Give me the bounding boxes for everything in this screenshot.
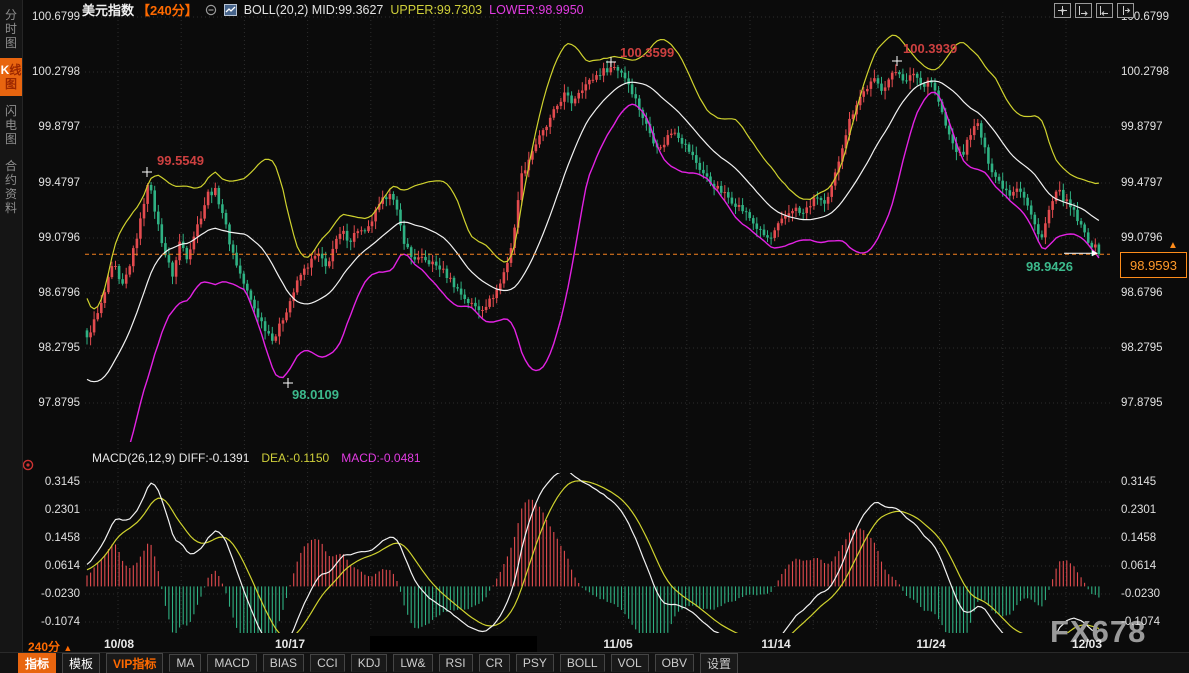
- indicator-toolbar: 指标模板 VIP指标 MA MACD BIAS CCI KDJ LW&RSI CR PSY BOLL…: [0, 652, 1189, 673]
- price-axis-label-left: 99.4797: [24, 177, 80, 189]
- minus-circle-icon[interactable]: [205, 4, 217, 16]
- boll-upper-readout: UPPER:99.7303: [390, 3, 482, 17]
- price-annotation: 100.3939: [903, 41, 957, 56]
- price-axis-label-right: 99.4797: [1121, 177, 1163, 189]
- macd-dea-readout: DEA:-0.1150: [261, 451, 329, 465]
- macd-axis-label-right: -0.1074: [1121, 616, 1160, 628]
- price-axis-label-left: 99.8797: [24, 121, 80, 133]
- date-label: 11/05: [603, 637, 632, 651]
- price-axis-label-left: 99.0796: [24, 232, 80, 244]
- symbol-name: 美元指数: [82, 0, 134, 19]
- price-axis-label-left: 97.8795: [24, 397, 80, 409]
- price-axis-label-right: 98.6796: [1121, 287, 1163, 299]
- price-axis-label-left: 98.2795: [24, 342, 80, 354]
- toolbar-button-psy[interactable]: PSY: [516, 654, 554, 672]
- date-label: 11/14: [761, 637, 790, 651]
- toolbar-button-bias[interactable]: BIAS: [263, 654, 304, 672]
- macd-diff-readout: MACD(26,12,9) DIFF:-0.1391: [92, 451, 249, 465]
- axis-expand-icon[interactable]: [1096, 3, 1113, 18]
- axis-expand-glyph: [1099, 5, 1110, 16]
- chart-header: 美元指数【240分】 BOLL(20,2) MID:99.3627 UPPER:…: [82, 2, 584, 17]
- axis-compress-icon[interactable]: [1075, 3, 1092, 18]
- price-annotation: 99.5549: [157, 153, 204, 168]
- toolbar-button-模板[interactable]: 模板: [62, 653, 100, 673]
- toolbar-button-boll[interactable]: BOLL: [560, 654, 605, 672]
- date-label: 11/24: [916, 637, 945, 651]
- macd-axis-label-left: -0.0230: [24, 588, 80, 600]
- trading-app-window: 分时图 K线图 闪电图 合约资料 美元指数【240分】 BOLL(20,2) M…: [0, 0, 1189, 673]
- price-axis-label-right: 99.0796: [1121, 232, 1163, 244]
- pan-right-icon[interactable]: [1117, 3, 1134, 18]
- indicator-target-icon[interactable]: [22, 458, 34, 476]
- crosshair-glyph: [1057, 5, 1068, 16]
- price-axis-label-right: 99.8797: [1121, 121, 1163, 133]
- toolbar-button-指标[interactable]: 指标: [18, 653, 56, 673]
- sidebar-tab-timeshare[interactable]: 分时图: [0, 3, 22, 55]
- macd-value-readout: MACD:-0.0481: [341, 451, 420, 465]
- date-label: 10/17: [275, 637, 305, 651]
- macd-axis-label-right: 0.1458: [1121, 532, 1156, 544]
- price-axis-label-left: 100.6799: [24, 11, 80, 23]
- macd-axis-label-left: 0.0614: [24, 560, 80, 572]
- chart-tools: [1054, 3, 1134, 18]
- toolbar-button-macd[interactable]: MACD: [207, 654, 256, 672]
- price-axis-label-left: 100.2798: [24, 66, 80, 78]
- toolbar-button-ma[interactable]: MA: [169, 654, 201, 672]
- price-annotation: 98.9426: [1026, 259, 1073, 274]
- boll-mid-readout: BOLL(20,2) MID:99.3627: [244, 3, 384, 17]
- toolbar-button-lw&[interactable]: LW&: [393, 654, 432, 672]
- boll-lower-readout: LOWER:98.9950: [489, 3, 584, 17]
- macd-axis-label-right: 0.2301: [1121, 504, 1156, 516]
- pan-right-glyph: [1120, 5, 1131, 16]
- toolbar-button-rsi[interactable]: RSI: [439, 654, 473, 672]
- toolbar-button-vol[interactable]: VOL: [611, 654, 649, 672]
- macd-header: MACD(26,12,9) DIFF:-0.1391 DEA:-0.1150 M…: [92, 451, 421, 465]
- blackout-box: [370, 636, 537, 652]
- macd-axis-label-right: 0.0614: [1121, 560, 1156, 572]
- sidebar: 分时图 K线图 闪电图 合约资料: [0, 0, 23, 673]
- price-axis-label-left: 98.6796: [24, 287, 80, 299]
- price-axis-label-right: 98.2795: [1121, 342, 1163, 354]
- toolbar-button-设置[interactable]: 设置: [700, 653, 738, 673]
- period-label: 【240分】: [137, 0, 198, 19]
- macd-axis-label-right: -0.0230: [1121, 588, 1160, 600]
- price-axis-label-right: 97.8795: [1121, 397, 1163, 409]
- price-annotation: 98.0109: [292, 387, 339, 402]
- mini-chart-icon[interactable]: [224, 4, 237, 16]
- macd-axis-label-left: 0.1458: [24, 532, 80, 544]
- toolbar-button-cr[interactable]: CR: [479, 654, 510, 672]
- toolbar-button-cci[interactable]: CCI: [310, 654, 345, 672]
- price-up-arrow-icon: ▲: [1168, 241, 1178, 251]
- chart-canvas[interactable]: [0, 0, 1189, 673]
- sidebar-tab-lightning[interactable]: 闪电图: [0, 99, 22, 151]
- macd-axis-label-left: 0.3145: [24, 476, 80, 488]
- crosshair-tool-icon[interactable]: [1054, 3, 1071, 18]
- macd-axis-label-right: 0.3145: [1121, 476, 1156, 488]
- toolbar-button-vip指标[interactable]: VIP指标: [106, 653, 163, 673]
- macd-axis-label-left: -0.1074: [24, 616, 80, 628]
- toolbar-button-obv[interactable]: OBV: [655, 654, 694, 672]
- date-label: 12/03: [1072, 637, 1102, 651]
- sidebar-tab-kline[interactable]: K线图: [0, 58, 22, 96]
- macd-axis-label-left: 0.2301: [24, 504, 80, 516]
- price-annotation: 100.3599: [620, 45, 674, 60]
- toolbar-button-kdj[interactable]: KDJ: [351, 654, 388, 672]
- price-axis-label-right: 100.2798: [1121, 66, 1169, 78]
- axis-compress-glyph: [1078, 5, 1089, 16]
- date-label: 10/08: [104, 637, 134, 651]
- current-price-box: 98.9593: [1120, 252, 1187, 278]
- sidebar-tab-contract-info[interactable]: 合约资料: [0, 154, 22, 220]
